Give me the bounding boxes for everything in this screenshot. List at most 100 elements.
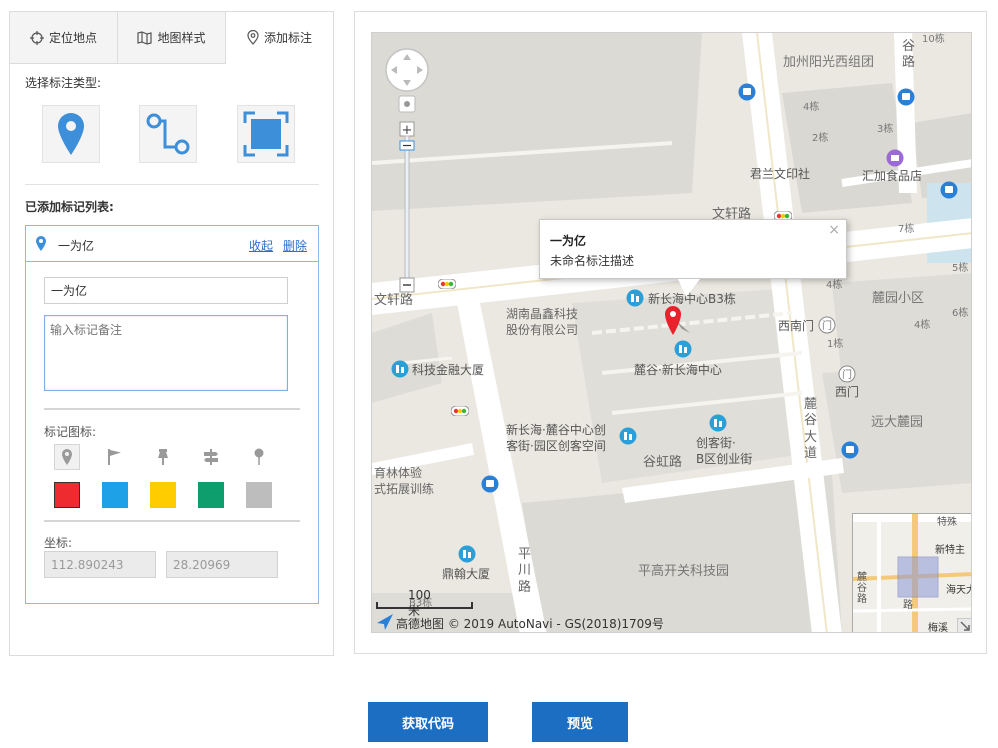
map-label: 4栋	[803, 102, 820, 113]
divider	[25, 184, 319, 185]
map-label: 平高开关科技园	[638, 564, 730, 579]
delete-link[interactable]: 删除	[283, 237, 307, 254]
tab-add-marker-label: 添加标注	[263, 31, 312, 45]
point-marker-button[interactable]	[42, 105, 100, 163]
polygon-area-button[interactable]	[237, 105, 295, 163]
marker-name-input[interactable]	[44, 277, 288, 304]
map-label: 1栋	[827, 339, 844, 350]
map-label: 平 川 路	[518, 547, 532, 595]
map-marker-icon[interactable]	[664, 303, 690, 337]
map-label: 4栋	[826, 280, 843, 291]
rectangle-area-icon	[243, 111, 289, 157]
bus-stop-icon	[481, 475, 499, 493]
gate-icon: 门	[818, 316, 836, 334]
marker-type-options	[42, 105, 298, 165]
tab-locate[interactable]: 定位地点	[10, 12, 118, 63]
bus-stop-icon	[738, 83, 756, 101]
building-icon	[458, 545, 476, 563]
map-label: 路	[903, 600, 913, 611]
map-label: 麓谷·新长海中心	[634, 363, 722, 377]
preview-button[interactable]: 预览	[532, 702, 628, 742]
marker-note-input[interactable]	[44, 315, 288, 391]
map-label: 7栋	[898, 224, 915, 235]
icon-option-flag[interactable]	[102, 444, 128, 470]
marker-info-window: 一为亿 未命名标注描述 ×	[539, 219, 847, 279]
icon-label: 标记图标:	[44, 425, 97, 439]
map-label: 新长海·麓谷中心创 客街·园区创客空间	[506, 423, 606, 454]
overview-map-base	[853, 514, 971, 632]
coordinate-label: 坐标:	[44, 536, 73, 550]
map-label: 文轩路	[374, 293, 414, 308]
icon-option-pin[interactable]	[54, 444, 80, 470]
map-label: 谷虹路	[643, 455, 683, 470]
overview-map[interactable]: 特殊 新特主 海天大 麓谷路 路 梅溪	[852, 513, 972, 633]
map-label: 梅溪	[928, 623, 948, 633]
pin-icon	[62, 449, 72, 465]
map-label: 5栋	[952, 263, 969, 274]
color-swatch-yellow[interactable]	[150, 482, 176, 508]
color-swatch-green[interactable]	[198, 482, 224, 508]
map-nav-control[interactable]: +	[385, 46, 433, 296]
building-icon	[709, 414, 727, 432]
traffic-light-icon	[451, 406, 469, 416]
signpost-icon	[204, 449, 218, 465]
tab-map-style[interactable]: 地图样式	[118, 12, 226, 63]
map-label: 湖南晶鑫科技 股份有限公司	[506, 307, 579, 338]
bus-stop-icon	[841, 441, 859, 459]
left-panel: 定位地点 地图样式 添加标注 选择标注类型: 已添加标记列表: 一为亿 收起 删…	[9, 11, 334, 656]
map-label: 汇加食品店	[862, 169, 923, 183]
crosshair-icon	[29, 30, 44, 45]
marker-item-header[interactable]: 一为亿 收起 删除	[26, 226, 318, 262]
divider	[44, 520, 300, 522]
map-label: 麓 谷 大 道	[804, 397, 818, 461]
info-window-description: 未命名标注描述	[550, 254, 635, 268]
building-icon	[626, 289, 644, 307]
svg-text:门: 门	[842, 368, 852, 381]
color-swatch-red[interactable]	[54, 482, 80, 508]
map-label: 谷 路	[902, 39, 916, 70]
map-label: 新特主	[935, 545, 965, 556]
map-label: 加州阳光西组团	[783, 55, 875, 70]
icon-option-signpost[interactable]	[198, 444, 224, 470]
flag-icon	[108, 449, 121, 465]
tab-add-marker[interactable]: 添加标注	[226, 12, 333, 64]
scale-line	[376, 602, 473, 609]
map-label: 特殊	[937, 517, 957, 528]
map-label: 3栋	[877, 124, 894, 135]
map-label: 西南门	[778, 319, 815, 333]
amap-logo-icon	[377, 614, 393, 630]
icon-option-pushpin[interactable]	[150, 444, 176, 470]
collapse-link[interactable]: 收起	[249, 237, 273, 254]
tab-bar: 定位地点 地图样式 添加标注	[10, 12, 333, 64]
map-label: 6栋	[952, 308, 969, 319]
shop-icon	[886, 149, 904, 167]
polyline-icon	[146, 113, 190, 155]
longitude-field	[44, 551, 156, 578]
location-pin-icon	[247, 30, 259, 45]
get-code-button[interactable]: 获取代码	[368, 702, 488, 742]
expand-overview-icon[interactable]	[957, 618, 972, 633]
building-icon	[674, 340, 692, 358]
polyline-button[interactable]	[139, 105, 197, 163]
map-label: 科技金融大厦	[412, 363, 485, 377]
latitude-field	[166, 551, 278, 578]
building-icon	[619, 427, 637, 445]
color-swatch-gray[interactable]	[246, 482, 272, 508]
map-label: 创客街· B区创业街	[696, 436, 753, 467]
building-icon	[391, 360, 409, 378]
svg-text:门: 门	[822, 319, 832, 332]
map-canvas[interactable]: + 门 门 加州阳光西组团 谷 路 君兰文印社 汇加食品店 文轩路 文轩路 新长…	[371, 32, 972, 633]
map-label: 4栋	[914, 320, 931, 331]
map-label: 育林体验 式拓展训练	[374, 466, 435, 497]
map-copyright: 高德地图 © 2019 AutoNavi - GS(2018)1709号	[396, 617, 664, 631]
gate-icon: 门	[838, 365, 856, 383]
map-pin-icon	[58, 113, 84, 155]
bus-stop-icon	[940, 181, 958, 199]
map-label: 2栋	[812, 133, 829, 144]
map-label: 10栋	[922, 34, 945, 45]
color-swatch-blue[interactable]	[102, 482, 128, 508]
close-icon[interactable]: ×	[828, 222, 840, 238]
map-label: 远大麓园	[871, 415, 924, 430]
map-label: 麓谷路	[857, 572, 867, 605]
icon-option-round-pin[interactable]	[246, 444, 272, 470]
